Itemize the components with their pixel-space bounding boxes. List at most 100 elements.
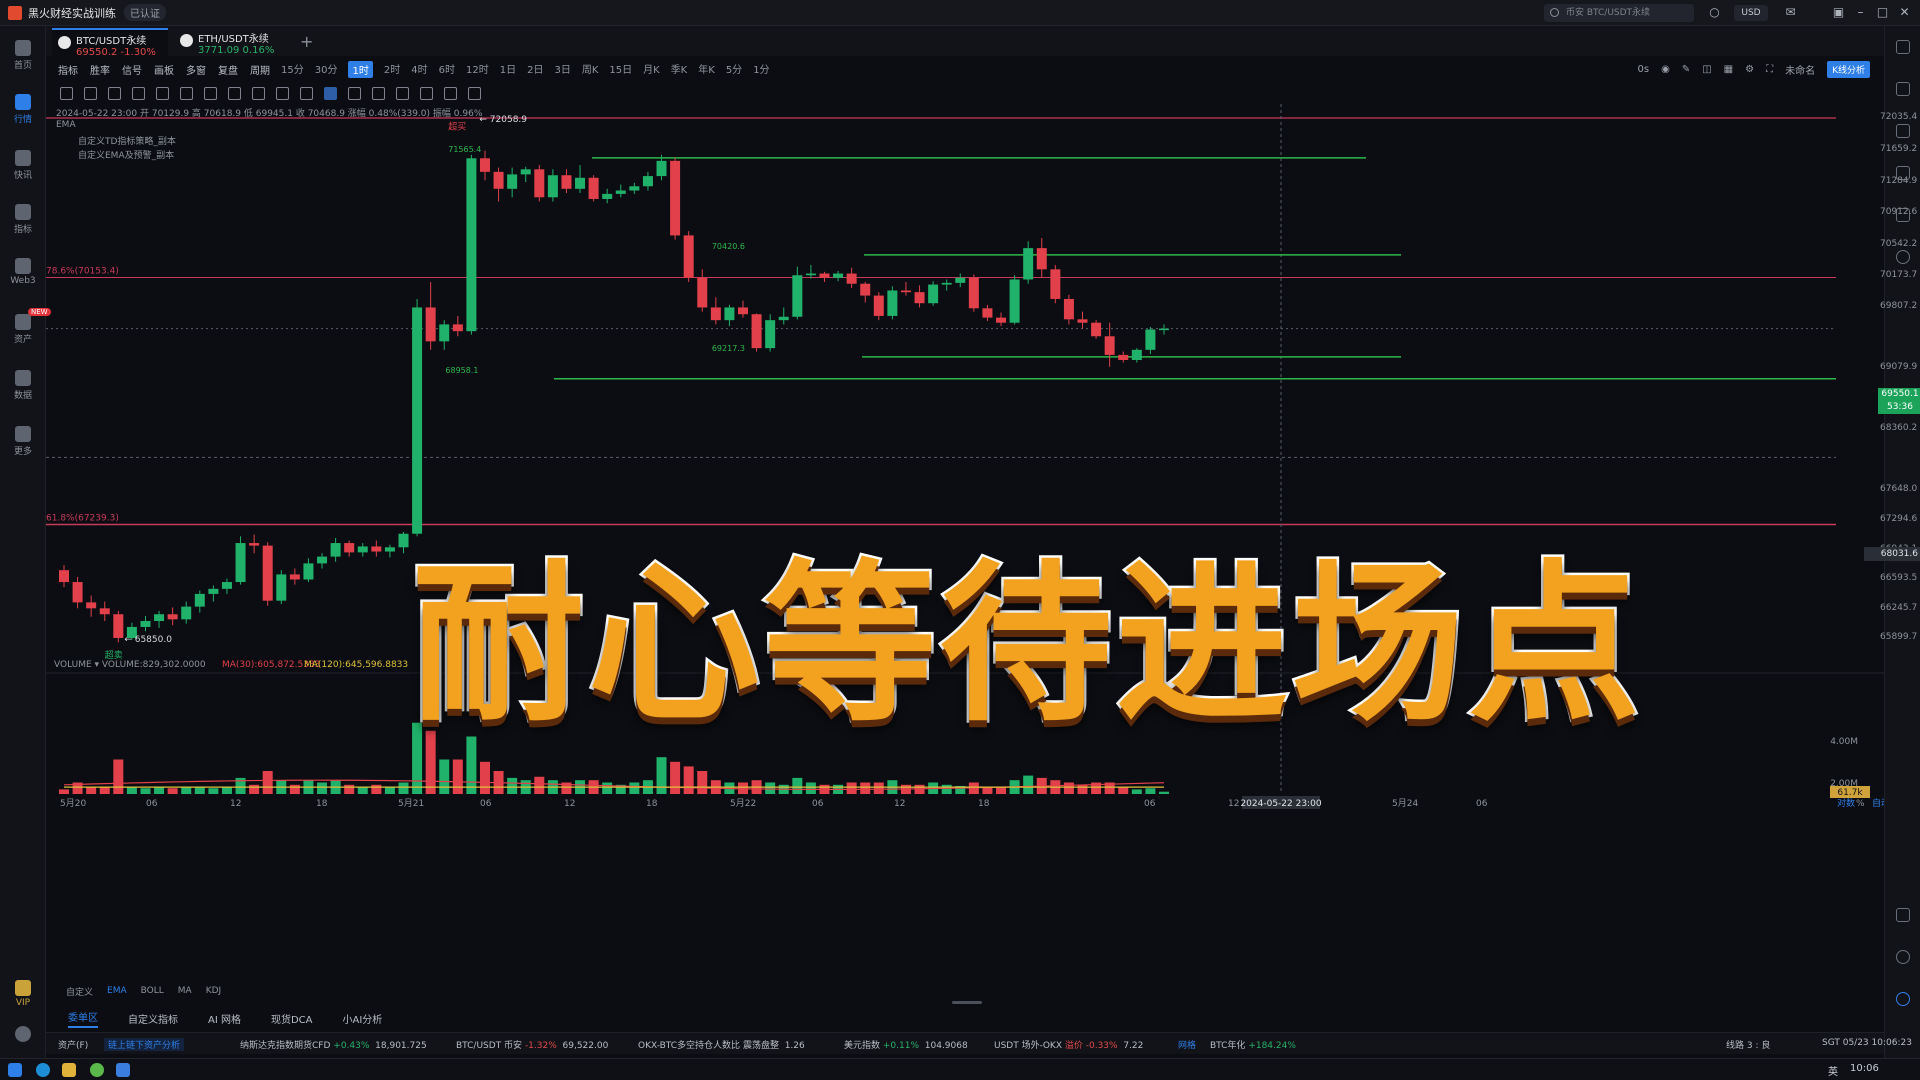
lock-tool-icon[interactable] <box>372 86 385 100</box>
measure-tool-icon[interactable] <box>252 86 265 100</box>
start-icon[interactable] <box>8 1063 22 1077</box>
trash-icon[interactable] <box>468 86 481 100</box>
sidebar-item-home[interactable]: 首页 <box>0 34 46 80</box>
close-icon[interactable]: ✕ <box>1898 6 1911 19</box>
restore-window-icon[interactable]: ▣ <box>1832 6 1845 19</box>
period-13[interactable]: 季K <box>671 61 688 78</box>
bell-icon[interactable]: ○ <box>1708 6 1721 19</box>
sidebar-item-assets[interactable]: NEW 资产 <box>0 308 51 354</box>
period-12[interactable]: 月K <box>643 61 660 78</box>
period-0[interactable]: 15分 <box>281 61 304 78</box>
candlestick-chart[interactable]: 78.6%(70153.4) 61.8%(67239.3) ← 72058.9 超买 ←… <box>46 104 1884 968</box>
chart-area[interactable]: 78.6%(70153.4) 61.8%(67239.3) ← 72058.9 超买 ←… <box>46 104 1920 968</box>
brush-tool-icon[interactable] <box>300 86 313 100</box>
custom-indicator-1[interactable]: 自定义TD指标策略_副本 <box>78 134 176 147</box>
panel-tab-orders[interactable]: 委单区 <box>68 1009 98 1028</box>
currency-select[interactable]: USD <box>1734 5 1768 21</box>
trading-app-icon[interactable] <box>116 1063 130 1077</box>
layout-name[interactable]: 未命名 <box>1785 62 1815 77</box>
tab-btc-usdt[interactable]: BTC/USDT永续 69550.2 -1.30% <box>52 28 168 58</box>
minimize-icon[interactable]: – <box>1854 6 1867 19</box>
browser-icon[interactable] <box>36 1063 50 1077</box>
chip-tool-icon[interactable] <box>204 86 217 100</box>
period-1[interactable]: 30分 <box>315 61 338 78</box>
camera-icon[interactable]: ◉ <box>1661 64 1670 75</box>
fib-tool-icon[interactable] <box>276 86 289 100</box>
mail-icon[interactable]: ✉ <box>1784 6 1797 19</box>
filter-tool-icon[interactable] <box>444 86 457 100</box>
eraser-tool-icon[interactable] <box>420 86 433 100</box>
sidebar-item-vip[interactable]: VIP <box>0 974 46 1020</box>
period-7[interactable]: 1日 <box>500 61 516 78</box>
period-15[interactable]: 5分 <box>726 61 742 78</box>
ticker-assets[interactable]: 资产(F) <box>58 1038 88 1051</box>
indicator-tab-custom[interactable]: 自定义 <box>66 985 93 998</box>
period-5[interactable]: 6时 <box>439 61 455 78</box>
wallet-icon[interactable] <box>1896 124 1910 138</box>
add-tab-button[interactable]: + <box>300 32 313 51</box>
main-tool-icon[interactable] <box>156 86 169 100</box>
panel-tab-ai-grid[interactable]: AI 网格 <box>208 1011 241 1026</box>
ema-indicator-label[interactable]: EMA <box>56 120 76 130</box>
winrate-button[interactable]: 胜率 <box>90 62 110 77</box>
ticker-btc-binance[interactable]: BTC/USDT 币安 -1.32% 69,522.00 <box>456 1038 608 1051</box>
period-9[interactable]: 3日 <box>554 61 570 78</box>
pencil-icon[interactable]: ✎ <box>1682 64 1690 75</box>
copy-tool-icon[interactable] <box>228 86 241 100</box>
trend-tool-icon[interactable] <box>324 86 337 100</box>
custom-indicator-2[interactable]: 自定义EMA及预警_副本 <box>78 148 174 161</box>
horizontal-line-icon[interactable] <box>108 86 121 100</box>
period-16[interactable]: 1分 <box>753 61 769 78</box>
ticker-btc-annualized[interactable]: BTC年化 +184.24% <box>1210 1038 1296 1051</box>
dotted-line-icon[interactable] <box>132 86 145 100</box>
period-11[interactable]: 15日 <box>609 61 632 78</box>
maximize-icon[interactable]: □ <box>1876 6 1889 19</box>
ticker-onchain-analysis[interactable]: 链上链下资产分析 <box>104 1038 185 1051</box>
language-indicator[interactable]: 英 <box>1828 1063 1838 1078</box>
sidebar-item-more[interactable]: 更多 <box>0 420 46 466</box>
indicator-button[interactable]: 指标 <box>58 62 78 77</box>
layout-icon[interactable]: ◫ <box>1702 64 1711 75</box>
period-3[interactable]: 2时 <box>384 61 400 78</box>
folder-icon[interactable] <box>62 1063 76 1077</box>
ticker-nasdaq[interactable]: 纳斯达克指数期货CFD +0.43% 18,901.725 <box>240 1038 427 1051</box>
indicator-tab-ema[interactable]: EMA <box>107 986 127 996</box>
panel-tab-custom-indicators[interactable]: 自定义指标 <box>128 1011 178 1026</box>
period-button[interactable]: 周期 <box>250 62 270 77</box>
indicator-tab-boll[interactable]: BOLL <box>141 986 164 996</box>
tab-eth-usdt[interactable]: ETH/USDT永续 3771.09 0.16% <box>174 28 290 56</box>
search-input[interactable]: 币安 BTC/USDT永续 <box>1544 4 1694 22</box>
sidebar-item-web3[interactable]: Web3 <box>0 252 46 298</box>
period-6[interactable]: 12时 <box>466 61 489 78</box>
drawing-board-button[interactable]: 画板 <box>154 62 174 77</box>
line-tool-icon[interactable] <box>60 86 73 100</box>
panel-tab-ai-analysis[interactable]: 小AI分析 <box>343 1011 383 1026</box>
period-8[interactable]: 2日 <box>527 61 543 78</box>
headset-icon[interactable] <box>1896 950 1910 964</box>
big-tool-icon[interactable] <box>180 86 193 100</box>
sidebar-item-indicators[interactable]: 指标 <box>0 198 46 244</box>
ticker-grid[interactable]: 网格 <box>1178 1038 1196 1051</box>
ticker-dollar-index[interactable]: 美元指数 +0.11% 104.9068 <box>844 1038 968 1051</box>
chrome-icon[interactable] <box>90 1063 104 1077</box>
pattern-tool-icon[interactable] <box>348 86 361 100</box>
settings-icon[interactable]: ⚙ <box>1745 64 1754 75</box>
period-10[interactable]: 周K <box>582 61 599 78</box>
template-icon[interactable]: ▦ <box>1724 64 1733 75</box>
ticker-okx-ratio[interactable]: OKX-BTC多空持仓人数比 震荡盘整 1.26 <box>638 1038 805 1051</box>
kline-analysis-button[interactable]: K线分析 <box>1827 60 1870 78</box>
period-4[interactable]: 4时 <box>411 61 427 78</box>
period-2[interactable]: 1时 <box>348 60 373 78</box>
image-tool-icon[interactable] <box>396 86 409 100</box>
indicator-tab-kdj[interactable]: KDJ <box>206 986 222 996</box>
indicator-tab-ma[interactable]: MA <box>178 986 192 996</box>
sidebar-item-news[interactable]: 快讯 <box>0 144 46 190</box>
panel-tab-spot-dca[interactable]: 现货DCA <box>271 1011 313 1026</box>
ticker-usdt-otc[interactable]: USDT 场外-OKX 溢价 -0.33% 7.22 <box>994 1038 1143 1051</box>
sidebar-item-market[interactable]: 行情 <box>0 88 46 134</box>
period-14[interactable]: 年K <box>698 61 715 78</box>
panel-resize-handle[interactable] <box>952 1001 982 1004</box>
list-icon[interactable] <box>1896 40 1910 54</box>
signal-button[interactable]: 信号 <box>122 62 142 77</box>
sidebar-item-data[interactable]: 数据 <box>0 364 46 410</box>
